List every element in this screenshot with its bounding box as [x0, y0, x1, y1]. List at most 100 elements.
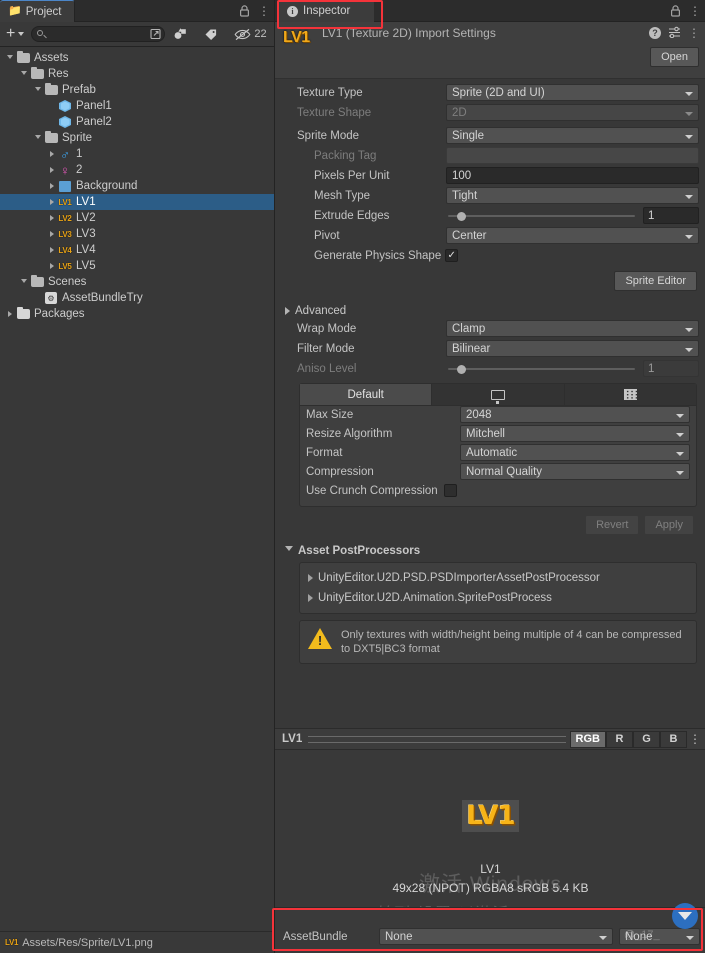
folder-icon [44, 82, 58, 95]
header-more-options-icon[interactable]: ⋮ [688, 27, 700, 39]
tree-item-label: Packages [34, 308, 85, 320]
preview-resize-handle[interactable] [308, 735, 566, 743]
texture-type-dropdown[interactable]: Sprite (2D and UI) [446, 84, 699, 101]
help-icon[interactable]: ? [649, 27, 661, 39]
tree-item-1[interactable]: ♂ 1 [0, 146, 274, 162]
slider-track [448, 215, 635, 217]
chevron-right-icon[interactable] [46, 231, 58, 237]
preview-more-options-icon[interactable]: ⋮ [687, 732, 703, 746]
aniso-level-input: 1 [643, 360, 699, 377]
inspector-more-options-icon[interactable]: ⋮ [689, 5, 701, 17]
lock-icon[interactable] [239, 5, 250, 17]
tree-item-panel2[interactable]: Panel2 [0, 114, 274, 130]
compression-dropdown[interactable]: Normal Quality [460, 463, 690, 480]
create-asset-label: + [6, 25, 16, 42]
tree-item-lv5[interactable]: LV5 LV5 [0, 258, 274, 274]
preview-info: LV1 49x28 (NPOT) RGBA8 sRGB 5.4 KB [275, 860, 705, 898]
postprocessor-label: UnityEditor.U2D.PSD.PSDImporterAssetPost… [318, 572, 600, 584]
chevron-down-icon [685, 195, 693, 199]
tree-item-label: LV4 [76, 244, 96, 256]
page-title: LV1 (Texture 2D) Import Settings [322, 26, 496, 40]
lv4-asset-icon: LV4 [58, 245, 72, 255]
chevron-right-icon[interactable] [4, 311, 16, 317]
format-dropdown[interactable]: Automatic [460, 444, 690, 461]
pivot-dropdown[interactable]: Center [446, 227, 699, 244]
preview-channel-b[interactable]: B [660, 730, 687, 748]
pixels-per-unit-input[interactable]: 100 [446, 167, 699, 184]
filter-by-label-button[interactable] [196, 22, 226, 47]
tree-item-lv4[interactable]: LV4 LV4 [0, 242, 274, 258]
platform-tab-android[interactable] [564, 384, 696, 405]
use-crunch-compression-checkbox[interactable] [443, 484, 457, 497]
chevron-right-icon[interactable] [46, 167, 58, 173]
chevron-down-icon[interactable] [32, 134, 44, 142]
texture-shape-dropdown: 2D [446, 104, 699, 121]
chevron-right-icon[interactable] [46, 183, 58, 189]
create-asset-button[interactable]: + [0, 26, 31, 42]
chevron-down-icon[interactable] [18, 278, 30, 286]
chevron-right-icon[interactable] [46, 151, 58, 157]
platform-tab-default[interactable]: Default [300, 384, 433, 405]
extrude-edges-input[interactable]: 1 [643, 207, 699, 224]
list-item[interactable]: UnityEditor.U2D.Animation.SpritePostProc… [300, 588, 696, 608]
tree-item-label: Scenes [48, 276, 87, 288]
assetbundle-name-dropdown[interactable]: None [379, 928, 613, 945]
tab-inspector[interactable]: i Inspector [278, 0, 375, 22]
preview-channel-rgb[interactable]: RGB [569, 730, 606, 748]
asset-postprocessors-foldout[interactable]: Asset PostProcessors [281, 541, 699, 560]
mesh-type-dropdown[interactable]: Tight [446, 187, 699, 204]
lv5-asset-icon: LV5 [58, 261, 72, 271]
chevron-down-icon[interactable] [32, 86, 44, 94]
sprite-mode-dropdown[interactable]: Single [446, 127, 699, 144]
extrude-edges-slider[interactable] [446, 207, 637, 224]
preview-area: LV1 激活 Windows 转到"设置"以激活 Windows。 LV1 49… [275, 750, 705, 907]
apply-button[interactable]: Apply [644, 515, 694, 535]
generate-physics-shape-checkbox[interactable]: ✓ [445, 249, 459, 262]
tree-item-scenes[interactable]: Scenes [0, 274, 274, 290]
advanced-foldout[interactable]: Advanced [281, 301, 699, 320]
tree-item-packages[interactable]: Packages [0, 306, 274, 322]
search-input[interactable] [31, 26, 166, 43]
chevron-right-icon[interactable] [46, 263, 58, 269]
slider-knob[interactable] [457, 211, 466, 221]
folder-icon: 📁 [8, 5, 22, 17]
tree-item-assetbundletry[interactable]: ⚙ AssetBundleTry [0, 290, 274, 306]
chevron-right-icon[interactable] [46, 215, 58, 221]
inspector-lock-icon[interactable] [670, 5, 681, 17]
tree-item-lv1[interactable]: LV1 LV1 [0, 194, 274, 210]
open-button[interactable]: Open [650, 47, 699, 67]
platform-tab-standalone[interactable] [432, 384, 565, 405]
preview-channel-r[interactable]: R [606, 730, 633, 748]
row-pixels-per-unit: Pixels Per Unit 100 [281, 167, 699, 184]
wrap-mode-label: Wrap Mode [297, 322, 357, 335]
filter-by-type-button[interactable] [165, 22, 196, 47]
tree-item-panel1[interactable]: Panel1 [0, 98, 274, 114]
packing-tag-input[interactable] [446, 147, 699, 164]
tab-project[interactable]: 📁 Project [0, 0, 75, 22]
tree-item-2[interactable]: ♀ 2 [0, 162, 274, 178]
project-more-options-icon[interactable]: ⋮ [258, 5, 270, 17]
revert-button[interactable]: Revert [585, 515, 640, 535]
tree-item-background[interactable]: Background [0, 178, 274, 194]
tree-item-assets[interactable]: Assets [0, 50, 274, 66]
preset-icon[interactable] [668, 26, 681, 40]
filter-mode-dropdown[interactable]: Bilinear [446, 340, 699, 357]
project-asset-tree[interactable]: Assets Res Prefab Panel1 Panel2 Sprite ♂ 1 ♀ 2 Bac… [0, 47, 274, 322]
chevron-down-icon[interactable] [4, 54, 16, 62]
tree-item-lv3[interactable]: LV3 LV3 [0, 226, 274, 242]
sprite-editor-button[interactable]: Sprite Editor [614, 271, 697, 291]
chevron-right-icon[interactable] [46, 199, 58, 205]
tree-item-sprite[interactable]: Sprite [0, 130, 274, 146]
resize-algorithm-dropdown[interactable]: Mitchell [460, 425, 690, 442]
max-size-dropdown[interactable]: 2048 [460, 406, 690, 423]
preview-channel-g[interactable]: G [633, 730, 660, 748]
tree-item-res[interactable]: Res [0, 66, 274, 82]
chevron-down-icon[interactable] [18, 70, 30, 78]
tree-item-prefab[interactable]: Prefab [0, 82, 274, 98]
list-item[interactable]: UnityEditor.U2D.PSD.PSDImporterAssetPost… [300, 568, 696, 588]
wrap-mode-dropdown[interactable]: Clamp [446, 320, 699, 337]
chevron-right-icon[interactable] [46, 247, 58, 253]
hidden-assets-toggle[interactable]: 22 [226, 22, 274, 47]
search-scope-icon[interactable] [150, 28, 162, 43]
tree-item-lv2[interactable]: LV2 LV2 [0, 210, 274, 226]
